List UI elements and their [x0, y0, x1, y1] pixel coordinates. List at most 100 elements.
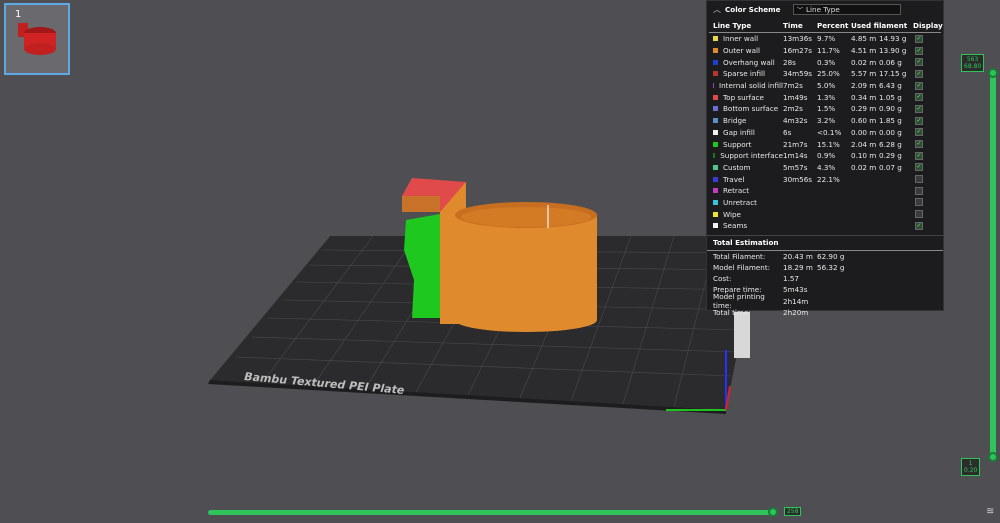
- time-cell: 5m57s: [783, 162, 808, 172]
- display-checkbox[interactable]: ✓: [915, 140, 923, 149]
- display-checkbox[interactable]: ✓: [915, 69, 923, 78]
- model-thumbnail-icon: [18, 23, 56, 55]
- filament-length-cell: 0.60 m: [851, 116, 877, 126]
- display-checkbox[interactable]: ✓: [915, 151, 923, 160]
- filament-weight-cell: 6.28 g: [879, 139, 902, 149]
- line-type-cell: Gap infill: [713, 128, 783, 137]
- percent-cell: 5.0%: [817, 81, 836, 91]
- line-type-name: Retract: [723, 186, 750, 196]
- collapse-icon[interactable]: ︿: [713, 4, 725, 15]
- color-swatch: [713, 141, 718, 147]
- display-checkbox[interactable]: ✓: [915, 46, 923, 55]
- line-type-cell: Top surface: [713, 93, 783, 102]
- display-checkbox[interactable]: ✓: [915, 81, 923, 90]
- total-value: 20.43 m: [783, 251, 813, 261]
- line-type-row: Wipe ✓: [707, 208, 943, 220]
- line-type-cell: Unretract: [713, 198, 783, 207]
- color-swatch: [713, 94, 718, 100]
- col-line-type: Line Type: [713, 20, 752, 30]
- col-display: Display: [913, 20, 943, 30]
- time-cell: 30m56s: [783, 174, 813, 184]
- percent-cell: 22.1%: [817, 174, 840, 184]
- plate-thumbnail[interactable]: 1: [4, 3, 70, 75]
- totals-list: Total Filament: 20.43 m 62.90 g Model Filam…: [707, 251, 943, 318]
- filament-length-cell: 5.57 m: [851, 69, 877, 79]
- layers-icon[interactable]: ≋: [986, 506, 996, 518]
- display-checkbox[interactable]: ✓: [915, 93, 923, 102]
- line-type-row: Support 21m7s 15.1% 2.04 m 6.28 g ✓: [707, 138, 943, 150]
- top-layer-number: 563: [966, 56, 979, 63]
- filament-weight-cell: 13.90 g: [879, 46, 907, 56]
- line-type-cell: Overhang wall: [713, 58, 783, 67]
- display-checkbox[interactable]: ✓: [915, 116, 923, 125]
- table-header: Line Type Time Percent Used filament Dis…: [709, 18, 943, 33]
- display-checkbox[interactable]: ✓: [915, 175, 923, 184]
- display-checkbox[interactable]: ✓: [915, 198, 923, 207]
- line-type-row: Top surface 1m49s 1.3% 0.34 m 1.05 g ✓: [707, 91, 943, 103]
- total-row: Model printing time: 2h14m: [707, 292, 943, 310]
- time-cell: 1m49s: [783, 92, 808, 102]
- line-type-list: Inner wall 13m36s 9.7% 4.85 m 14.93 g ✓ Outer …: [707, 33, 943, 232]
- line-type-name: Travel: [723, 174, 745, 184]
- move-slider-track[interactable]: [208, 510, 776, 515]
- total-row: Total Filament: 20.43 m 62.90 g: [707, 251, 943, 262]
- filament-weight-cell: 1.05 g: [879, 92, 902, 102]
- color-swatch: [713, 164, 718, 170]
- col-time: Time: [783, 20, 803, 30]
- display-checkbox[interactable]: ✓: [915, 186, 923, 195]
- color-swatch: [713, 223, 718, 229]
- filament-length-cell: 0.10 m: [851, 151, 877, 161]
- total-key: Total Filament:: [713, 251, 766, 261]
- time-cell: 13m36s: [783, 34, 813, 44]
- line-type-row: Retract ✓: [707, 185, 943, 197]
- layer-slider-top-handle[interactable]: [988, 68, 998, 78]
- percent-cell: 9.7%: [817, 34, 836, 44]
- line-type-name: Custom: [723, 162, 751, 172]
- line-type-cell: Support interface: [713, 151, 783, 160]
- total-key: Model Filament:: [713, 262, 771, 272]
- move-slider-handle[interactable]: [768, 507, 778, 517]
- filament-length-cell: 0.02 m: [851, 162, 877, 172]
- display-checkbox[interactable]: ✓: [915, 210, 923, 219]
- percent-cell: 0.9%: [817, 151, 836, 161]
- color-swatch: [713, 106, 718, 112]
- percent-cell: 25.0%: [817, 69, 840, 79]
- time-cell: 1m14s: [783, 151, 808, 161]
- filament-length-cell: 0.34 m: [851, 92, 877, 102]
- line-type-name: Bridge: [723, 116, 747, 126]
- display-checkbox[interactable]: ✓: [915, 58, 923, 67]
- line-type-cell: Retract: [713, 186, 783, 195]
- time-cell: 2m2s: [783, 104, 803, 114]
- line-type-cell: Sparse infill: [713, 69, 783, 78]
- filament-weight-cell: 6.43 g: [879, 81, 902, 91]
- layer-slider-track[interactable]: [990, 70, 996, 462]
- total-row: Cost: 1.57: [707, 273, 943, 284]
- display-checkbox[interactable]: ✓: [915, 128, 923, 137]
- layer-slider-bottom-handle[interactable]: [988, 452, 998, 462]
- percent-cell: 15.1%: [817, 139, 840, 149]
- color-scheme-dropdown[interactable]: ﹀ Line Type: [793, 4, 901, 15]
- total-value-secondary: 62.90 g: [817, 251, 845, 261]
- filament-weight-cell: 0.07 g: [879, 162, 902, 172]
- percent-cell: 4.3%: [817, 162, 836, 172]
- filament-length-cell: 0.00 m: [851, 127, 877, 137]
- percent-cell: 11.7%: [817, 46, 840, 56]
- line-type-name: Sparse infill: [723, 69, 766, 79]
- line-type-row: Overhang wall 28s 0.3% 0.02 m 0.06 g ✓: [707, 56, 943, 68]
- line-type-row: Unretract ✓: [707, 197, 943, 209]
- filament-weight-cell: 0.90 g: [879, 104, 902, 114]
- total-value: 1.57: [783, 274, 800, 284]
- line-type-name: Wipe: [723, 209, 741, 219]
- filament-weight-cell: 0.00 g: [879, 127, 902, 137]
- bottom-layer-height: 0.20: [964, 467, 978, 474]
- color-swatch: [713, 71, 718, 77]
- top-layer-label: 563 68.80: [961, 54, 985, 72]
- line-type-cell: Bottom surface: [713, 104, 783, 113]
- display-checkbox[interactable]: ✓: [915, 221, 923, 230]
- display-checkbox[interactable]: ✓: [915, 104, 923, 113]
- color-swatch: [713, 129, 718, 135]
- display-checkbox[interactable]: ✓: [915, 163, 923, 172]
- display-checkbox[interactable]: ✓: [915, 34, 923, 43]
- col-used-filament: Used filament: [851, 20, 908, 30]
- tower-front: [402, 196, 440, 212]
